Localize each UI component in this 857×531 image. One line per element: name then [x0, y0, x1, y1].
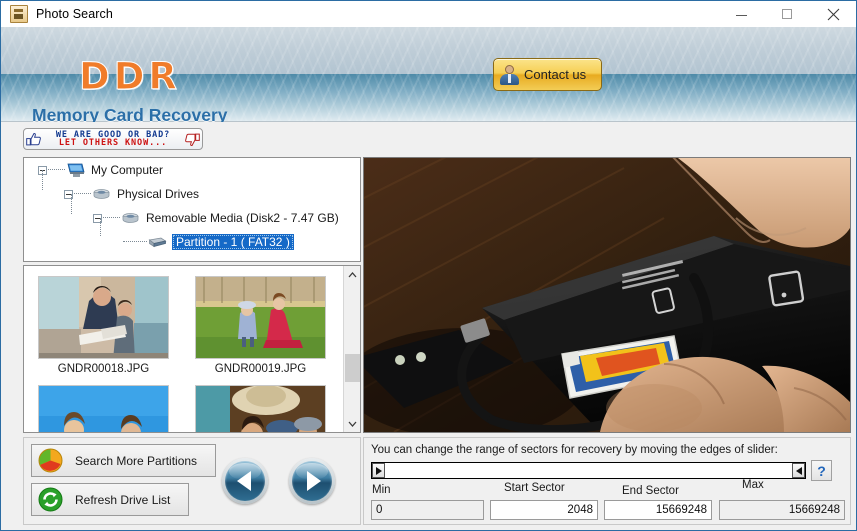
tree-label: Removable Media (Disk2 - 7.47 GB)	[146, 211, 339, 225]
actions-panel: Search More Partitions Refresh Drive Lis…	[23, 437, 361, 525]
app-header: DDR Memory Card Recovery Contact us	[1, 27, 856, 122]
drive-icon	[92, 188, 111, 201]
thumbnail-filename: GNDR00018.JPG	[57, 363, 150, 375]
scrollbar-thumb[interactable]	[345, 354, 360, 382]
contact-us-button[interactable]: Contact us	[493, 58, 602, 91]
min-label: Min	[372, 484, 391, 496]
tree-connector	[123, 241, 147, 243]
refresh-drive-list-label: Refresh Drive List	[75, 492, 171, 507]
tree-connector-vertical	[71, 194, 73, 214]
tree-connector-vertical	[100, 218, 102, 236]
tree-connector	[74, 193, 91, 195]
computer-icon	[66, 163, 85, 178]
preview-image	[364, 158, 850, 432]
refresh-icon	[38, 487, 63, 512]
tree-connector-vertical	[42, 170, 44, 190]
partition-icon	[148, 237, 167, 248]
user-icon	[499, 64, 520, 85]
search-more-partitions-button[interactable]: Search More Partitions	[31, 444, 216, 477]
tree-node-physical-drives[interactable]: Physical Drives	[24, 170, 360, 206]
minimize-button[interactable]	[718, 1, 764, 27]
contact-us-label: Contact us	[524, 67, 587, 82]
next-arrow-icon	[292, 461, 332, 501]
application-window: Photo Search DDR Memory Card Recovery Co…	[0, 0, 857, 531]
image-preview-panel[interactable]	[363, 157, 851, 433]
tree-node-my-computer[interactable]: My Computer	[24, 158, 360, 182]
chevron-down-icon[interactable]	[344, 415, 360, 432]
thumbnail-item[interactable]	[38, 385, 169, 432]
thumbnail-image[interactable]	[38, 385, 169, 432]
drive-icon	[121, 212, 140, 225]
thumbnail-image[interactable]	[195, 276, 326, 359]
previous-arrow-icon	[225, 461, 265, 501]
feedback-banner[interactable]: WE ARE GOOD OR BAD? LET OTHERS KNOW...	[23, 128, 203, 150]
help-button[interactable]: ?	[811, 460, 832, 481]
thumbnail-image[interactable]	[195, 385, 326, 432]
max-value-field: 15669248	[719, 500, 845, 520]
maximize-button[interactable]	[764, 1, 810, 27]
slider-start-handle[interactable]	[372, 463, 385, 478]
tree-node-partition-1[interactable]: Partition - 1 ( FAT32 )	[24, 218, 360, 254]
sector-range-slider[interactable]	[371, 462, 806, 479]
tree-connector	[48, 169, 65, 171]
thumbnail-item[interactable]: GNDR00018.JPG	[38, 276, 169, 375]
thumbnail-grid: GNDR00018.JPG GNDR00019.JPG	[24, 266, 344, 432]
thumbnail-image[interactable]	[38, 276, 169, 359]
max-label: Max	[742, 479, 764, 491]
thumbnail-item[interactable]	[195, 385, 326, 432]
tree-node-removable-media[interactable]: Removable Media (Disk2 - 7.47 GB)	[24, 194, 360, 230]
chevron-up-icon[interactable]	[344, 266, 360, 283]
start-sector-input[interactable]: 2048	[490, 500, 598, 520]
thumbnail-scrollbar[interactable]	[343, 266, 360, 432]
close-button[interactable]	[810, 1, 856, 27]
slider-track[interactable]	[385, 463, 792, 478]
thumbs-down-icon	[184, 132, 200, 147]
tree-label: Physical Drives	[117, 187, 200, 201]
title-bar: Photo Search	[1, 1, 856, 27]
app-subtitle: Memory Card Recovery	[32, 105, 228, 122]
tree-connector	[103, 217, 120, 219]
sector-range-panel: You can change the range of sectors for …	[363, 437, 851, 525]
end-sector-input[interactable]: 15669248	[604, 500, 712, 520]
tree-label-selected: Partition - 1 ( FAT32 )	[172, 234, 294, 250]
refresh-drive-list-button[interactable]: Refresh Drive List	[31, 483, 189, 516]
next-button[interactable]	[289, 458, 335, 504]
close-icon	[827, 8, 839, 20]
feedback-text: WE ARE GOOD OR BAD? LET OTHERS KNOW...	[44, 130, 182, 148]
sector-range-hint: You can change the range of sectors for …	[371, 444, 778, 456]
thumbnail-item[interactable]: GNDR00019.JPG	[195, 276, 326, 375]
drive-tree-panel[interactable]: My Computer Physical Drives Removable Me…	[23, 157, 361, 262]
previous-button[interactable]	[222, 458, 268, 504]
end-sector-label: End Sector	[622, 485, 679, 497]
thumbnail-filename: GNDR00019.JPG	[214, 363, 307, 375]
start-sector-label: Start Sector	[504, 482, 565, 494]
slider-end-handle[interactable]	[792, 463, 805, 478]
tree-label: My Computer	[91, 163, 164, 177]
document-icon	[10, 5, 28, 23]
search-more-partitions-label: Search More Partitions	[75, 453, 198, 468]
ddr-logo: DDR	[79, 55, 181, 99]
window-title: Photo Search	[36, 7, 113, 21]
thumbs-up-icon	[26, 132, 42, 147]
min-value-field: 0	[371, 500, 484, 520]
file-thumbnail-panel[interactable]: GNDR00018.JPG GNDR00019.JPG	[23, 265, 361, 433]
feedback-line-2: LET OTHERS KNOW...	[58, 138, 168, 148]
pie-chart-icon	[38, 448, 63, 473]
window-controls	[718, 1, 856, 27]
